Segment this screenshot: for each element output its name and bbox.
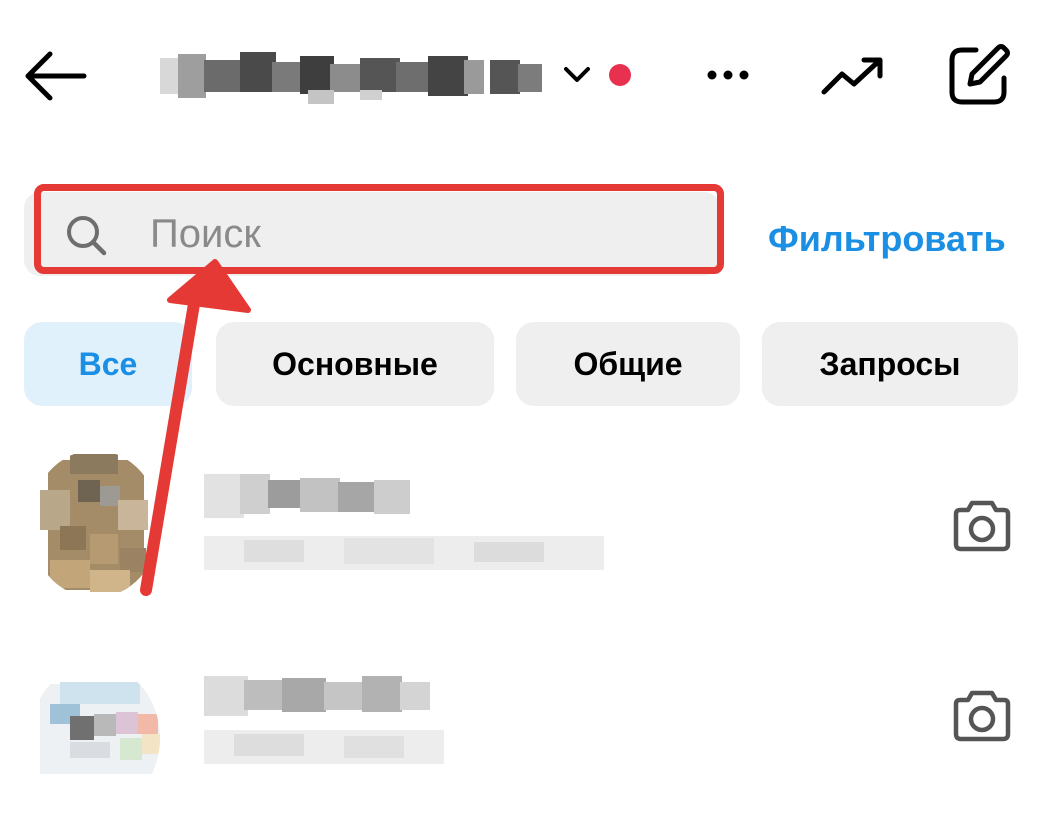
search-input[interactable] <box>150 204 690 264</box>
camera-icon <box>953 500 1011 552</box>
new-message-button[interactable] <box>946 42 1012 108</box>
thread-preview-redacted <box>204 730 444 764</box>
tab-general[interactable]: Общие <box>516 322 740 406</box>
edit-square-icon <box>949 44 1010 105</box>
camera-icon <box>953 690 1011 742</box>
tab-all[interactable]: Все <box>24 322 192 406</box>
trending-up-icon <box>821 57 883 95</box>
thread-name-redacted <box>204 676 430 720</box>
camera-button[interactable] <box>950 688 1014 744</box>
avatar <box>30 450 160 598</box>
arrow-left-icon <box>25 51 87 101</box>
back-button[interactable] <box>22 50 88 102</box>
unread-dot <box>609 64 631 86</box>
account-title[interactable] <box>160 44 550 108</box>
thread-item[interactable] <box>0 660 1043 830</box>
more-options-button[interactable] <box>700 58 756 92</box>
thread-preview-redacted <box>204 536 604 570</box>
account-name-redacted <box>160 50 550 104</box>
more-horizontal-icon <box>707 70 749 80</box>
camera-button[interactable] <box>950 498 1014 554</box>
avatar <box>30 664 160 812</box>
tab-primary[interactable]: Основные <box>216 322 494 406</box>
activity-button[interactable] <box>818 52 890 100</box>
tab-requests[interactable]: Запросы <box>762 322 1018 406</box>
search-icon <box>64 213 108 257</box>
thread-name-redacted <box>204 474 412 522</box>
filter-button[interactable]: Фильтровать <box>768 218 1006 260</box>
account-switch-button[interactable] <box>560 60 594 90</box>
thread-item[interactable] <box>0 450 1043 620</box>
chevron-down-icon <box>564 67 590 82</box>
